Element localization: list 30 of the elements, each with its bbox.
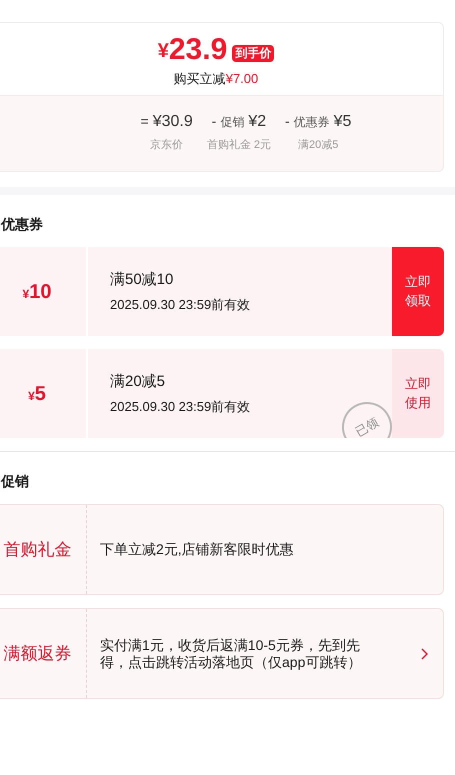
coupon-validity: 2025.09.30 23:59前有效: [110, 296, 252, 314]
promotion-text: 实付满1元，收货后返满10-5元券，先到先得，点击跳转活动落地页（仅app可跳转）: [100, 636, 362, 670]
coupon-validity: 2025.09.30 23:59前有效: [110, 398, 252, 416]
section-title: 优惠券: [1, 216, 43, 232]
promotion-label: 满额返券: [4, 642, 72, 665]
final-price-badge: 到手价: [232, 45, 274, 62]
currency-symbol: ¥: [158, 41, 169, 61]
operator-sign: -: [212, 112, 216, 130]
coupon-amount: ¥10: [22, 280, 52, 304]
operator-sign: =: [140, 112, 149, 130]
promotion-text: 下单立减2元,店铺新客限时优惠: [100, 541, 295, 558]
section-title: 促销: [1, 473, 29, 489]
coupon-amount: ¥5: [28, 382, 46, 406]
breakdown-value: ¥2: [248, 112, 266, 132]
breakdown-note: 首购礼金 2元: [206, 138, 271, 152]
operator-sign: -: [284, 112, 290, 130]
coupon-condition: 满50减10: [110, 270, 174, 290]
breakdown-value: ¥5: [334, 112, 352, 132]
final-price: 23.9: [168, 35, 228, 65]
coupon-condition: 满20减5: [110, 372, 166, 392]
saving-text: 购买立减¥7.00: [174, 70, 258, 88]
coupon-action-button[interactable]: 立即领取: [392, 247, 444, 336]
breakdown-label: 促销: [220, 114, 244, 130]
coupon-action-button[interactable]: 立即使用: [392, 349, 444, 438]
breakdown-value: ¥30.9: [152, 112, 193, 132]
breakdown-label: 优惠券: [294, 114, 330, 130]
breakdown-note: 满20减5: [298, 138, 338, 152]
promotion-label: 首购礼金: [4, 538, 72, 561]
promotion-card[interactable]: 满额返券 实付满1元，收货后返满10-5元券，先到先得，点击跳转活动落地页（仅app可跳转）: [0, 608, 444, 699]
breakdown-note: 京东价: [150, 138, 184, 152]
